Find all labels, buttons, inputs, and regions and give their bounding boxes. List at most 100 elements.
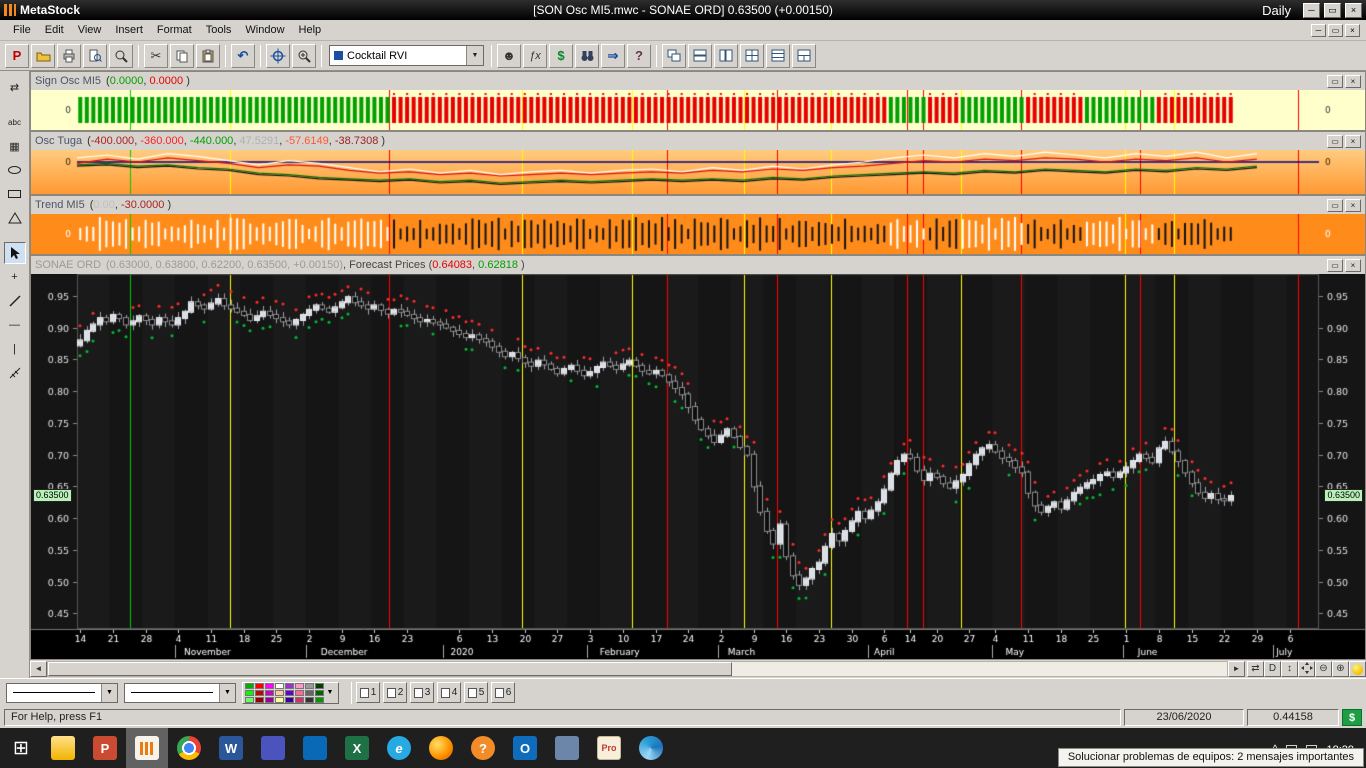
- palette-color[interactable]: [275, 683, 284, 689]
- periodicity-button[interactable]: D: [1264, 661, 1281, 677]
- horizontal-scrollbar[interactable]: [47, 661, 1228, 677]
- palette-color[interactable]: [265, 697, 274, 703]
- forecaster-icon[interactable]: ⇒: [601, 44, 625, 68]
- crosshair-tool-icon[interactable]: +: [4, 266, 26, 288]
- palette-color[interactable]: [295, 697, 304, 703]
- layout-preset-2-button[interactable]: 2: [383, 682, 407, 703]
- palette-color[interactable]: [305, 697, 314, 703]
- print-icon[interactable]: [57, 44, 81, 68]
- windows-cascade-icon[interactable]: [662, 44, 686, 68]
- open-chart-icon[interactable]: [31, 44, 55, 68]
- taskbar-remote-app[interactable]: [546, 728, 588, 768]
- scroll-left-icon[interactable]: ◄: [30, 661, 47, 677]
- panel-restore-icon[interactable]: ▭: [1327, 259, 1343, 272]
- rectangle-tool-icon[interactable]: [4, 183, 26, 205]
- chart-rows-icon[interactable]: [766, 44, 790, 68]
- line-weight-combo[interactable]: ▼: [124, 683, 236, 703]
- triangle-tool-icon[interactable]: [4, 207, 26, 229]
- palette-color[interactable]: [275, 690, 284, 696]
- paste-icon[interactable]: [196, 44, 220, 68]
- refresh-icon[interactable]: ⇄: [1247, 661, 1264, 677]
- sign-osc-chart[interactable]: [31, 90, 1365, 130]
- yellow-ball-icon[interactable]: [1349, 661, 1366, 677]
- taskbar-excel-app[interactable]: X: [336, 728, 378, 768]
- menu-window[interactable]: Window: [238, 22, 291, 38]
- chevron-down-icon[interactable]: ▼: [466, 46, 483, 65]
- taskbar-edge-app[interactable]: [630, 728, 672, 768]
- mdi-close-button[interactable]: ×: [1345, 24, 1360, 37]
- notification-toast[interactable]: Solucionar problemas de equipos: 2 mensa…: [1058, 748, 1364, 767]
- menu-insert[interactable]: Insert: [108, 22, 150, 38]
- panel-close-icon[interactable]: ×: [1345, 135, 1361, 148]
- palette-color[interactable]: [305, 683, 314, 689]
- windows-tile-horizontal-icon[interactable]: [688, 44, 712, 68]
- zoom-in-icon[interactable]: [292, 44, 316, 68]
- taskbar-ie-app[interactable]: e: [378, 728, 420, 768]
- trendline-tool-icon[interactable]: [4, 290, 26, 312]
- chevron-down-icon[interactable]: ▼: [324, 689, 336, 696]
- taskbar-firefox-app[interactable]: [420, 728, 462, 768]
- indicator-combo[interactable]: Cocktail RVI ▼: [329, 45, 484, 66]
- osc-tuga-chart[interactable]: [31, 150, 1365, 194]
- palette-color[interactable]: [295, 690, 304, 696]
- taskbar-metastock-app[interactable]: [126, 728, 168, 768]
- layout-preset-6-button[interactable]: 6: [491, 682, 515, 703]
- palette-color[interactable]: [245, 690, 254, 696]
- power-console-icon[interactable]: P: [5, 44, 29, 68]
- menu-help[interactable]: Help: [292, 22, 329, 38]
- menu-file[interactable]: File: [6, 22, 38, 38]
- taskbar-help-app[interactable]: ?: [462, 728, 504, 768]
- taskbar-start-button[interactable]: ⊞: [0, 728, 42, 768]
- layout-preset-3-button[interactable]: 3: [410, 682, 434, 703]
- indicator-builder-icon[interactable]: ƒx: [523, 44, 547, 68]
- copy-icon[interactable]: [170, 44, 194, 68]
- scroll-right-icon[interactable]: ►: [1228, 661, 1245, 677]
- palette-color[interactable]: [245, 697, 254, 703]
- scale-updown-icon[interactable]: ↕: [1281, 661, 1298, 677]
- mdi-minimize-button[interactable]: ─: [1311, 24, 1326, 37]
- panel-close-icon[interactable]: ×: [1345, 199, 1361, 212]
- windows-tile-vertical-icon[interactable]: [714, 44, 738, 68]
- taskbar-powerpoint-app[interactable]: P: [84, 728, 126, 768]
- palette-color[interactable]: [285, 683, 294, 689]
- palette-color[interactable]: [265, 683, 274, 689]
- palette-color[interactable]: [315, 690, 324, 696]
- undo-icon[interactable]: ↶: [231, 44, 255, 68]
- menu-view[interactable]: View: [71, 22, 109, 38]
- crosshair-icon[interactable]: [266, 44, 290, 68]
- explorer-binoculars-icon[interactable]: [575, 44, 599, 68]
- pointer-swap-icon[interactable]: ⇄: [4, 76, 26, 98]
- chevron-down-icon[interactable]: ▼: [101, 684, 117, 702]
- trend-chart[interactable]: [31, 214, 1365, 254]
- palette-color[interactable]: [255, 690, 264, 696]
- what-if-icon[interactable]: ?: [627, 44, 651, 68]
- panel-restore-icon[interactable]: ▭: [1327, 75, 1343, 88]
- scrollbar-thumb[interactable]: [48, 662, 732, 676]
- close-button[interactable]: ×: [1345, 3, 1362, 18]
- taskbar-pro-app[interactable]: Pro: [588, 728, 630, 768]
- text-tool-icon[interactable]: abc: [4, 111, 26, 133]
- panel-restore-icon[interactable]: ▭: [1327, 199, 1343, 212]
- percent-retrace-tool-icon[interactable]: [4, 362, 26, 384]
- palette-color[interactable]: [315, 697, 324, 703]
- taskbar-word-app[interactable]: W: [210, 728, 252, 768]
- taskbar-chrome-app[interactable]: [168, 728, 210, 768]
- mdi-restore-button[interactable]: ▭: [1328, 24, 1343, 37]
- horizontal-line-tool-icon[interactable]: —: [4, 314, 26, 336]
- pointer-tool-icon[interactable]: [4, 242, 26, 264]
- palette-color[interactable]: [255, 683, 264, 689]
- layout-preset-4-button[interactable]: 4: [437, 682, 461, 703]
- periodicity-label[interactable]: Daily: [1262, 3, 1291, 18]
- palette-color[interactable]: [255, 697, 264, 703]
- restore-button[interactable]: ▭: [1324, 3, 1341, 18]
- vertical-line-tool-icon[interactable]: |: [4, 338, 26, 360]
- minimize-button[interactable]: ─: [1303, 3, 1320, 18]
- palette-color[interactable]: [295, 683, 304, 689]
- palette-color[interactable]: [245, 683, 254, 689]
- pan-icon[interactable]: [1298, 661, 1315, 677]
- chart-grid-icon[interactable]: [740, 44, 764, 68]
- panel-close-icon[interactable]: ×: [1345, 259, 1361, 272]
- menu-tools[interactable]: Tools: [199, 22, 239, 38]
- taskbar-explorer-app[interactable]: [42, 728, 84, 768]
- taskbar-outlook-app[interactable]: O: [504, 728, 546, 768]
